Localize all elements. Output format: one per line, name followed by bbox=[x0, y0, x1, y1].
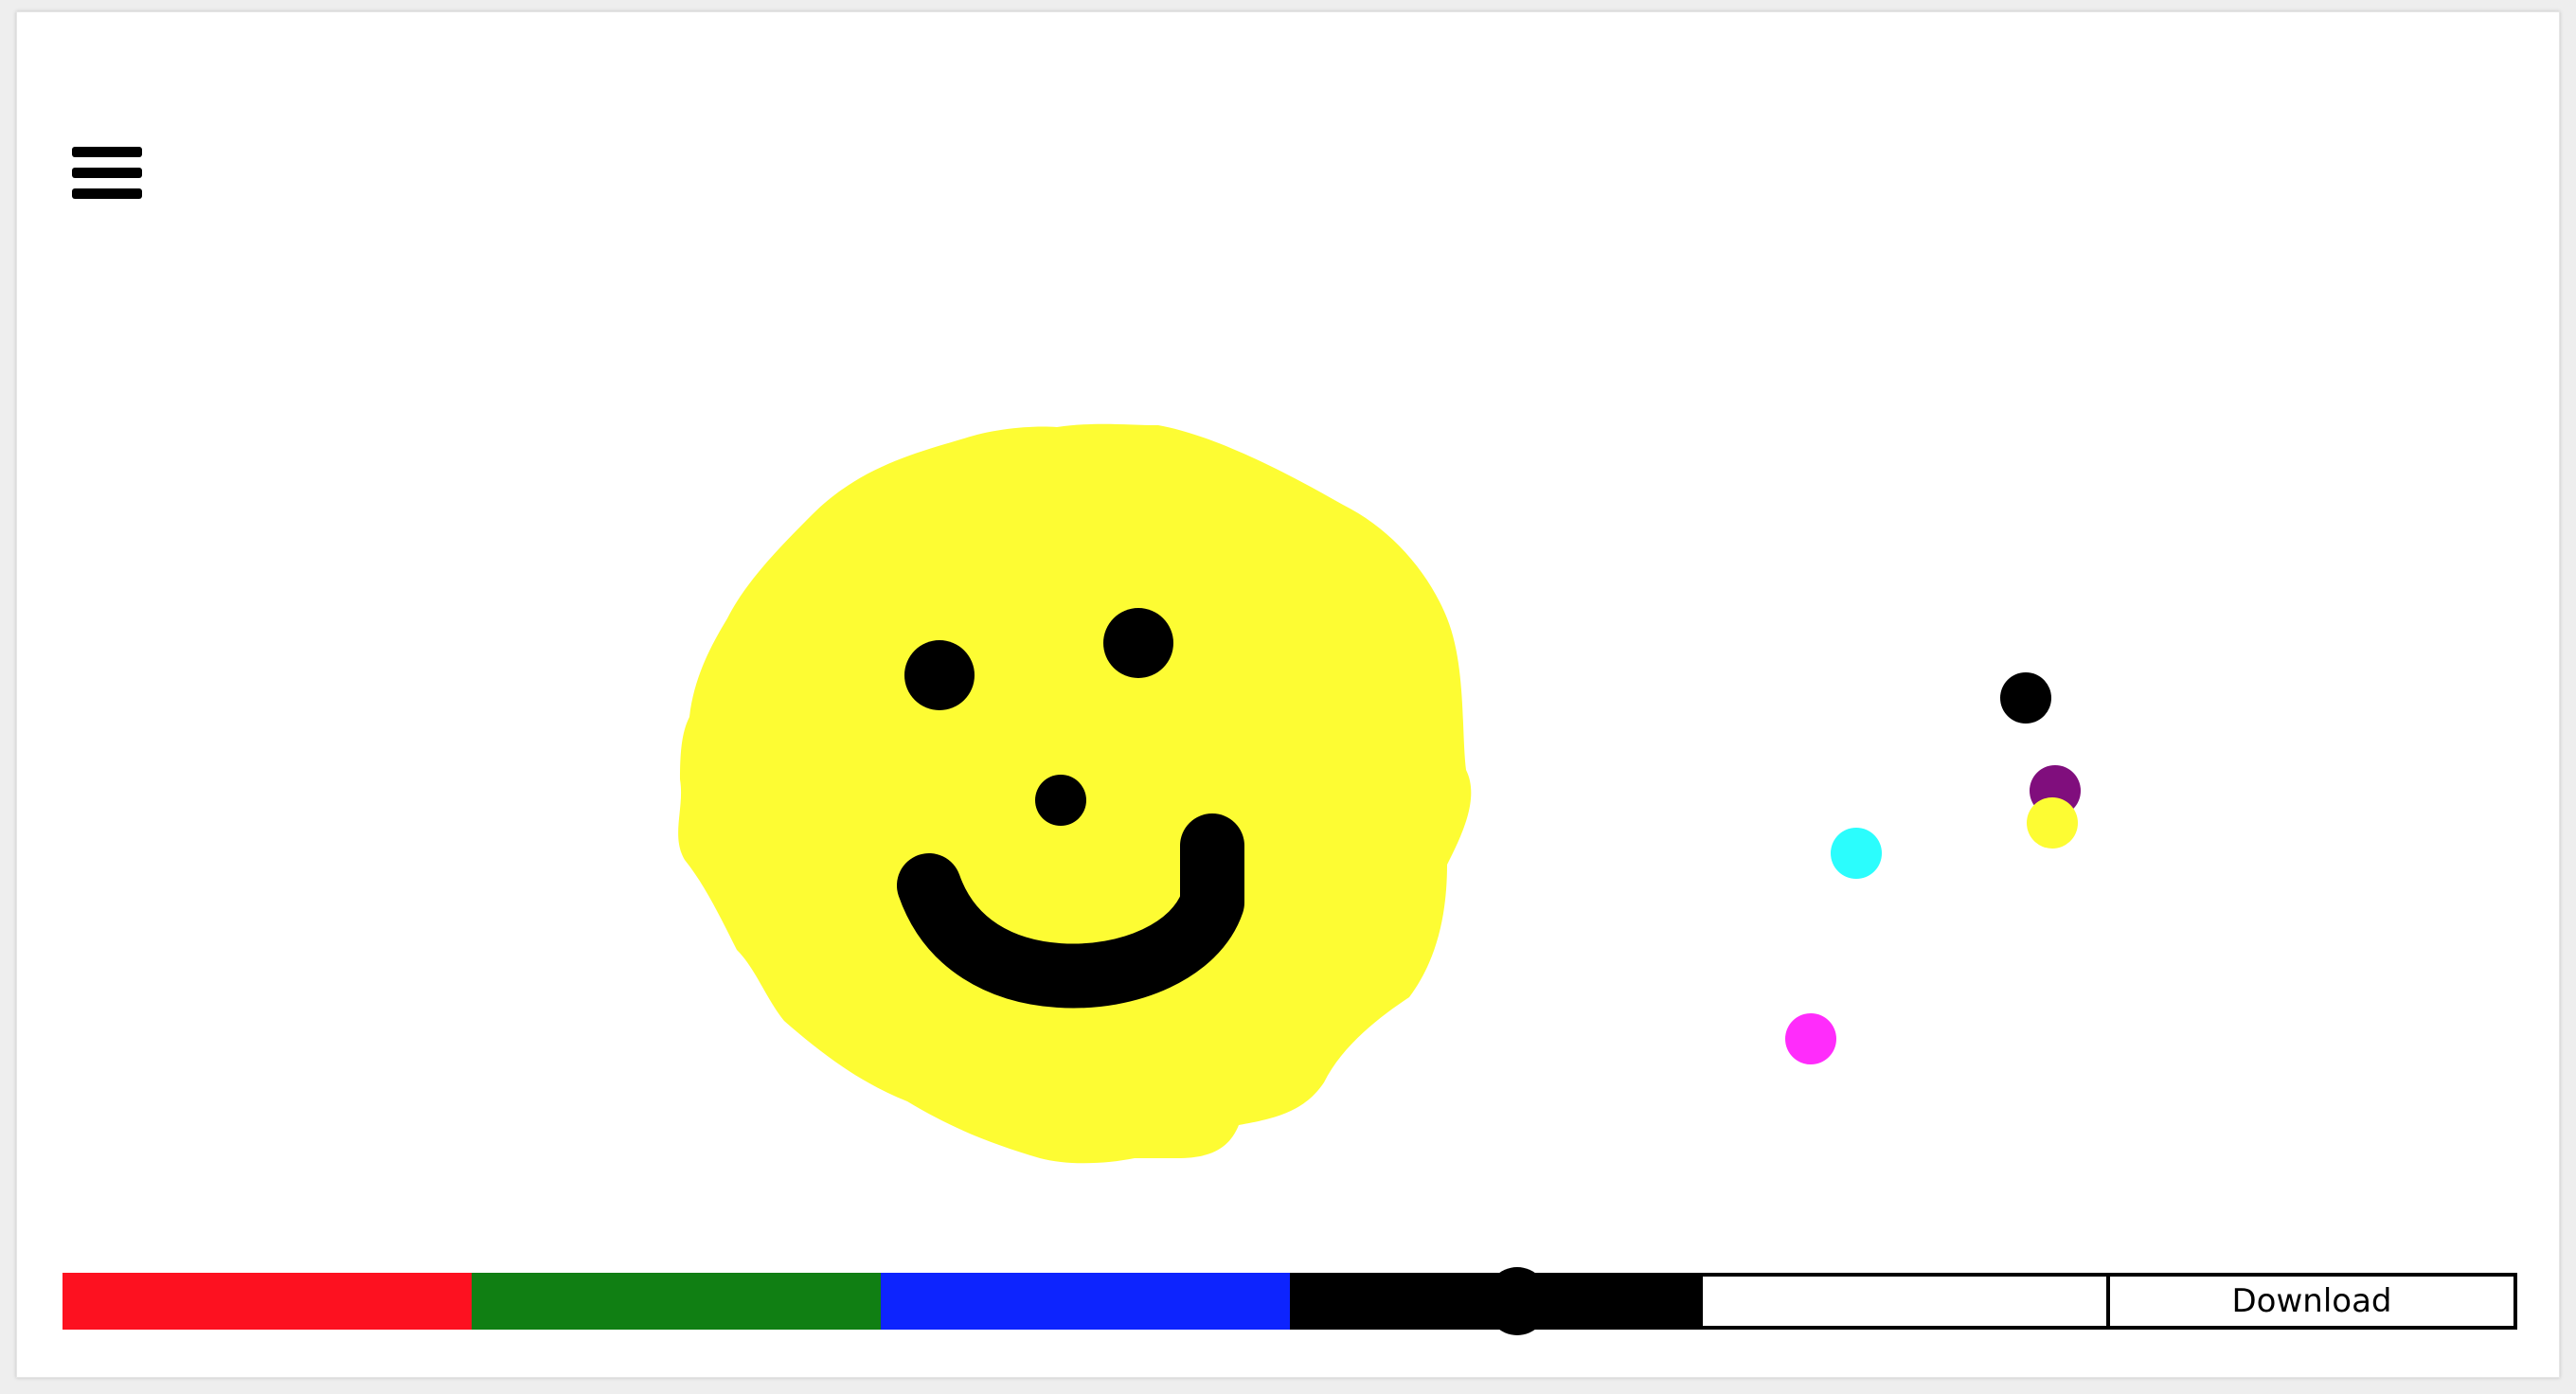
download-button[interactable]: Download bbox=[2108, 1273, 2517, 1330]
menu-button[interactable] bbox=[72, 134, 144, 199]
left-eye-stroke bbox=[904, 640, 975, 710]
drawing-app-frame: Download bbox=[16, 11, 2560, 1378]
nose-stroke bbox=[1035, 775, 1086, 826]
green-color-swatch[interactable] bbox=[472, 1273, 881, 1330]
white-color-swatch[interactable] bbox=[1699, 1273, 2108, 1330]
right-eye-stroke bbox=[1103, 608, 1173, 678]
blue-color-swatch[interactable] bbox=[881, 1273, 1290, 1330]
cyan-dot-stroke bbox=[1831, 828, 1882, 879]
black-dot-stroke bbox=[2000, 672, 2051, 724]
red-color-swatch[interactable] bbox=[63, 1273, 472, 1330]
black-color-swatch[interactable] bbox=[1290, 1267, 1699, 1335]
drawing-canvas[interactable] bbox=[17, 12, 2561, 1379]
brush-size-slider-thumb[interactable] bbox=[1485, 1267, 1549, 1335]
color-toolbar: Download bbox=[63, 1267, 2517, 1335]
magenta-dot-stroke bbox=[1785, 1013, 1836, 1064]
yellow-dot-stroke bbox=[2027, 797, 2078, 849]
